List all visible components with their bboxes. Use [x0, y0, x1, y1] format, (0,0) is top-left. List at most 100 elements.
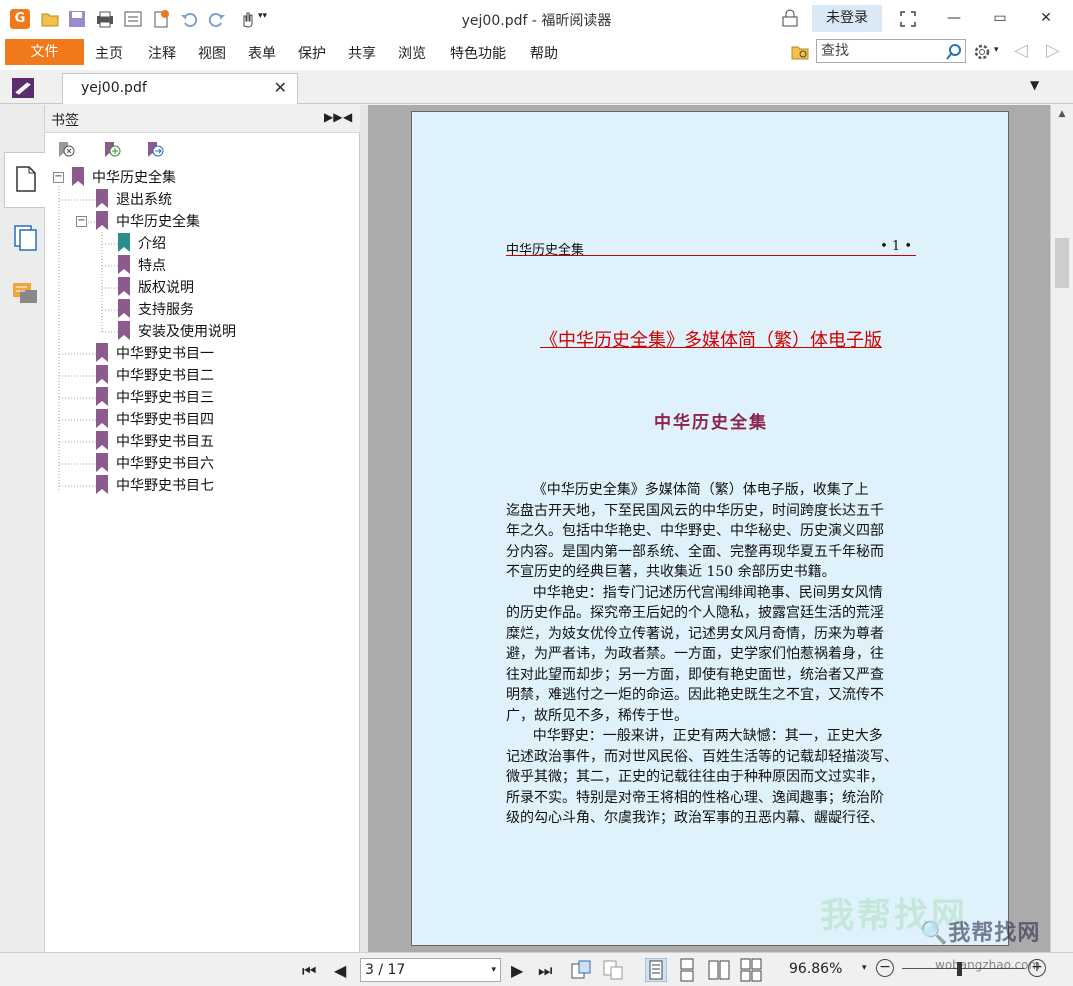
redo-icon[interactable]: [207, 9, 227, 29]
panel-expand-icon[interactable]: ▶▶: [324, 110, 342, 124]
zoom-dropdown-icon[interactable]: ▾: [862, 963, 867, 973]
menu-file[interactable]: 文件: [5, 39, 84, 65]
body-line: 往对此望而却步；另一方面，即使有艳史面世，统治者又严查: [506, 666, 884, 683]
hand-tool-icon[interactable]: [237, 9, 257, 29]
login-button[interactable]: 未登录: [812, 5, 882, 32]
page-main-title-text: 《中华历史全集》多媒体简（繁）体电子版: [540, 330, 882, 351]
continuous-view-icon[interactable]: [676, 958, 698, 982]
bookmark-item[interactable]: 中华野史书目二: [96, 365, 214, 387]
bookmark-item[interactable]: 中华野史书目三: [96, 387, 214, 409]
bookmark-item[interactable]: 中华野史书目四: [96, 409, 214, 431]
first-page-icon[interactable]: ⏮: [302, 961, 316, 981]
scrollbar-thumb[interactable]: [1055, 238, 1069, 288]
body-line: 记述政治事件，而对世风民俗、百姓生活等的记载却轻描淡写、: [506, 748, 898, 765]
menu-form[interactable]: 表单: [248, 43, 276, 63]
menu-special-features[interactable]: 特色功能: [450, 43, 506, 63]
page-number-input[interactable]: 3 / 17 ▾: [360, 958, 501, 982]
search-prev-icon[interactable]: ◁: [1014, 40, 1028, 61]
bookmark-flag-icon: [96, 475, 108, 494]
scroll-up-icon[interactable]: ▲: [1055, 109, 1069, 119]
previous-page-icon[interactable]: ◀: [334, 961, 346, 980]
bookmark-root[interactable]: 中华历史全集: [72, 167, 176, 189]
page-header-number: • 1 •: [880, 239, 912, 254]
gear-dropdown-icon[interactable]: ▾: [994, 45, 999, 55]
body-line: 《中华历史全集》多媒体简（繁）体电子版，收集了上: [506, 482, 869, 498]
close-tab-icon[interactable]: ✕: [274, 78, 287, 97]
menu-protect[interactable]: 保护: [298, 43, 326, 63]
tree-collapse-child-icon[interactable]: −: [76, 216, 87, 227]
watermark-text: 🔍我帮找网: [920, 915, 1040, 947]
undo-icon[interactable]: [179, 9, 199, 29]
bookmark-page-icon: [16, 166, 36, 192]
goto-bookmark-icon[interactable]: [145, 140, 165, 160]
next-view-icon[interactable]: [602, 959, 624, 981]
search-folder-icon[interactable]: [790, 42, 810, 62]
page-thumbnails-icon[interactable]: [13, 224, 39, 252]
zoom-level[interactable]: 96.86%: [789, 961, 842, 977]
sign-icon[interactable]: [12, 78, 34, 98]
bookmark-item[interactable]: 中华野史书目一: [96, 343, 214, 365]
search-next-icon[interactable]: ▷: [1046, 40, 1060, 61]
menu-comment[interactable]: 注释: [148, 43, 176, 63]
body-line: 明禁，难逃付之一炬的命运。因此艳史既生之不宜，又流传不: [506, 687, 884, 703]
last-page-icon[interactable]: ⏭: [538, 961, 552, 981]
menu-view[interactable]: 视图: [198, 43, 226, 63]
zoom-out-icon[interactable]: −: [876, 959, 894, 977]
continuous-facing-view-icon[interactable]: [740, 958, 762, 982]
minimize-button[interactable]: —: [936, 6, 972, 30]
bookmark-item[interactable]: 支持服务: [118, 299, 194, 321]
print-icon[interactable]: [95, 9, 115, 29]
menu-share[interactable]: 共享: [348, 43, 376, 63]
bookmark-item[interactable]: 版权说明: [118, 277, 194, 299]
body-line: 所录不实。特别是对帝王将相的性格心理、逸闻趣事；统治阶: [506, 789, 884, 806]
bookmark-item-selected[interactable]: 介绍: [118, 233, 166, 255]
search-icon[interactable]: [944, 42, 964, 62]
new-icon[interactable]: [151, 9, 171, 29]
menu-home[interactable]: 主页: [95, 43, 123, 63]
gear-icon[interactable]: [972, 42, 992, 62]
next-page-icon[interactable]: ▶: [511, 961, 523, 980]
menu-help[interactable]: 帮助: [530, 43, 558, 63]
save-icon[interactable]: [67, 9, 87, 29]
body-line: 中华艳史：指专门记述历代宫闱绯闻艳事、民间男女风情: [506, 584, 883, 601]
vertical-scrollbar[interactable]: ▲: [1050, 105, 1073, 952]
bookmark-flag-icon: [96, 211, 108, 230]
panel-collapse-icon[interactable]: ◀: [343, 110, 352, 124]
fullscreen-icon[interactable]: [898, 9, 918, 29]
page-main-title: 《中华历史全集》多媒体简（繁）体电子版: [412, 326, 1008, 352]
bookmark-item[interactable]: 中华野史书目六: [96, 453, 214, 475]
previous-view-icon[interactable]: [570, 959, 592, 981]
status-bar: ⏮ ◀ 3 / 17 ▾ ▶ ⏭ 96.86% ▾ − +: [0, 952, 1073, 986]
bookmark-label: 安装及使用说明: [138, 324, 236, 340]
bookmark-flag-icon: [72, 167, 84, 186]
bookmark-item[interactable]: 退出系统: [96, 189, 172, 211]
tab-list-dropdown-icon[interactable]: ▼: [1030, 78, 1039, 92]
bookmark-panel-tab[interactable]: [4, 152, 46, 208]
bookmark-item[interactable]: 中华历史全集: [96, 211, 200, 233]
single-page-view-icon[interactable]: [645, 958, 667, 982]
tree-collapse-root-icon[interactable]: −: [53, 172, 64, 183]
bookmark-item[interactable]: 中华野史书目七: [96, 475, 214, 497]
properties-icon[interactable]: [123, 9, 143, 29]
bookmark-item[interactable]: 特点: [118, 255, 166, 277]
open-folder-icon[interactable]: [40, 9, 60, 29]
add-bookmark-icon[interactable]: [102, 140, 122, 160]
close-window-button[interactable]: ✕: [1028, 6, 1064, 30]
shop-icon[interactable]: [780, 9, 800, 29]
page-dropdown-icon[interactable]: ▾: [491, 959, 496, 981]
pdf-page: 中华历史全集 • 1 • 《中华历史全集》多媒体简（繁）体电子版 中华历史全集 …: [411, 111, 1009, 946]
menu-browse[interactable]: 浏览: [398, 43, 426, 63]
bookmark-item[interactable]: 中华野史书目五: [96, 431, 214, 453]
tab-document-label: yej00.pdf: [81, 80, 147, 96]
body-line: 中华野史：一般来讲，正史有两大缺憾：其一，正史大多: [506, 728, 883, 744]
foxit-logo-icon[interactable]: G: [10, 9, 30, 29]
bookmark-item[interactable]: 安装及使用说明: [118, 321, 236, 343]
comments-panel-icon[interactable]: [11, 281, 39, 307]
customize-dropdown-icon[interactable]: ▾▾: [258, 11, 267, 21]
panel-splitter[interactable]: [360, 105, 368, 952]
delete-bookmark-icon[interactable]: [56, 140, 76, 160]
maximize-button[interactable]: ▭: [982, 6, 1018, 30]
facing-view-icon[interactable]: [708, 958, 730, 982]
title-bar: G ▾▾ yej00.pdf - 福昕阅读器 未登录 — ▭ ✕: [0, 0, 1073, 38]
tab-document[interactable]: yej00.pdf ✕: [62, 73, 298, 104]
